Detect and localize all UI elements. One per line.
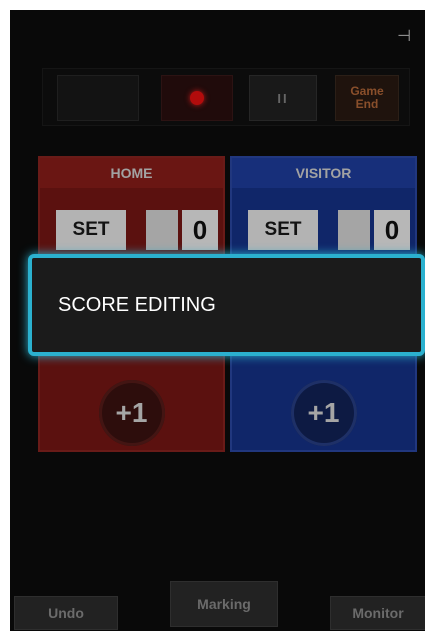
marking-button[interactable]: Marking bbox=[170, 581, 278, 627]
undo-button[interactable]: Undo bbox=[14, 596, 118, 630]
monitor-button[interactable]: Monitor bbox=[330, 596, 425, 630]
score-editing-menu-item[interactable]: SCORE EDITING bbox=[28, 254, 425, 356]
app-screen: ⊣ II Game End HOME SET 0 +1 VISITOR SET … bbox=[10, 10, 425, 631]
bottom-bar: Undo Marking Monitor bbox=[10, 570, 425, 631]
score-editing-label: SCORE EDITING bbox=[58, 293, 216, 316]
